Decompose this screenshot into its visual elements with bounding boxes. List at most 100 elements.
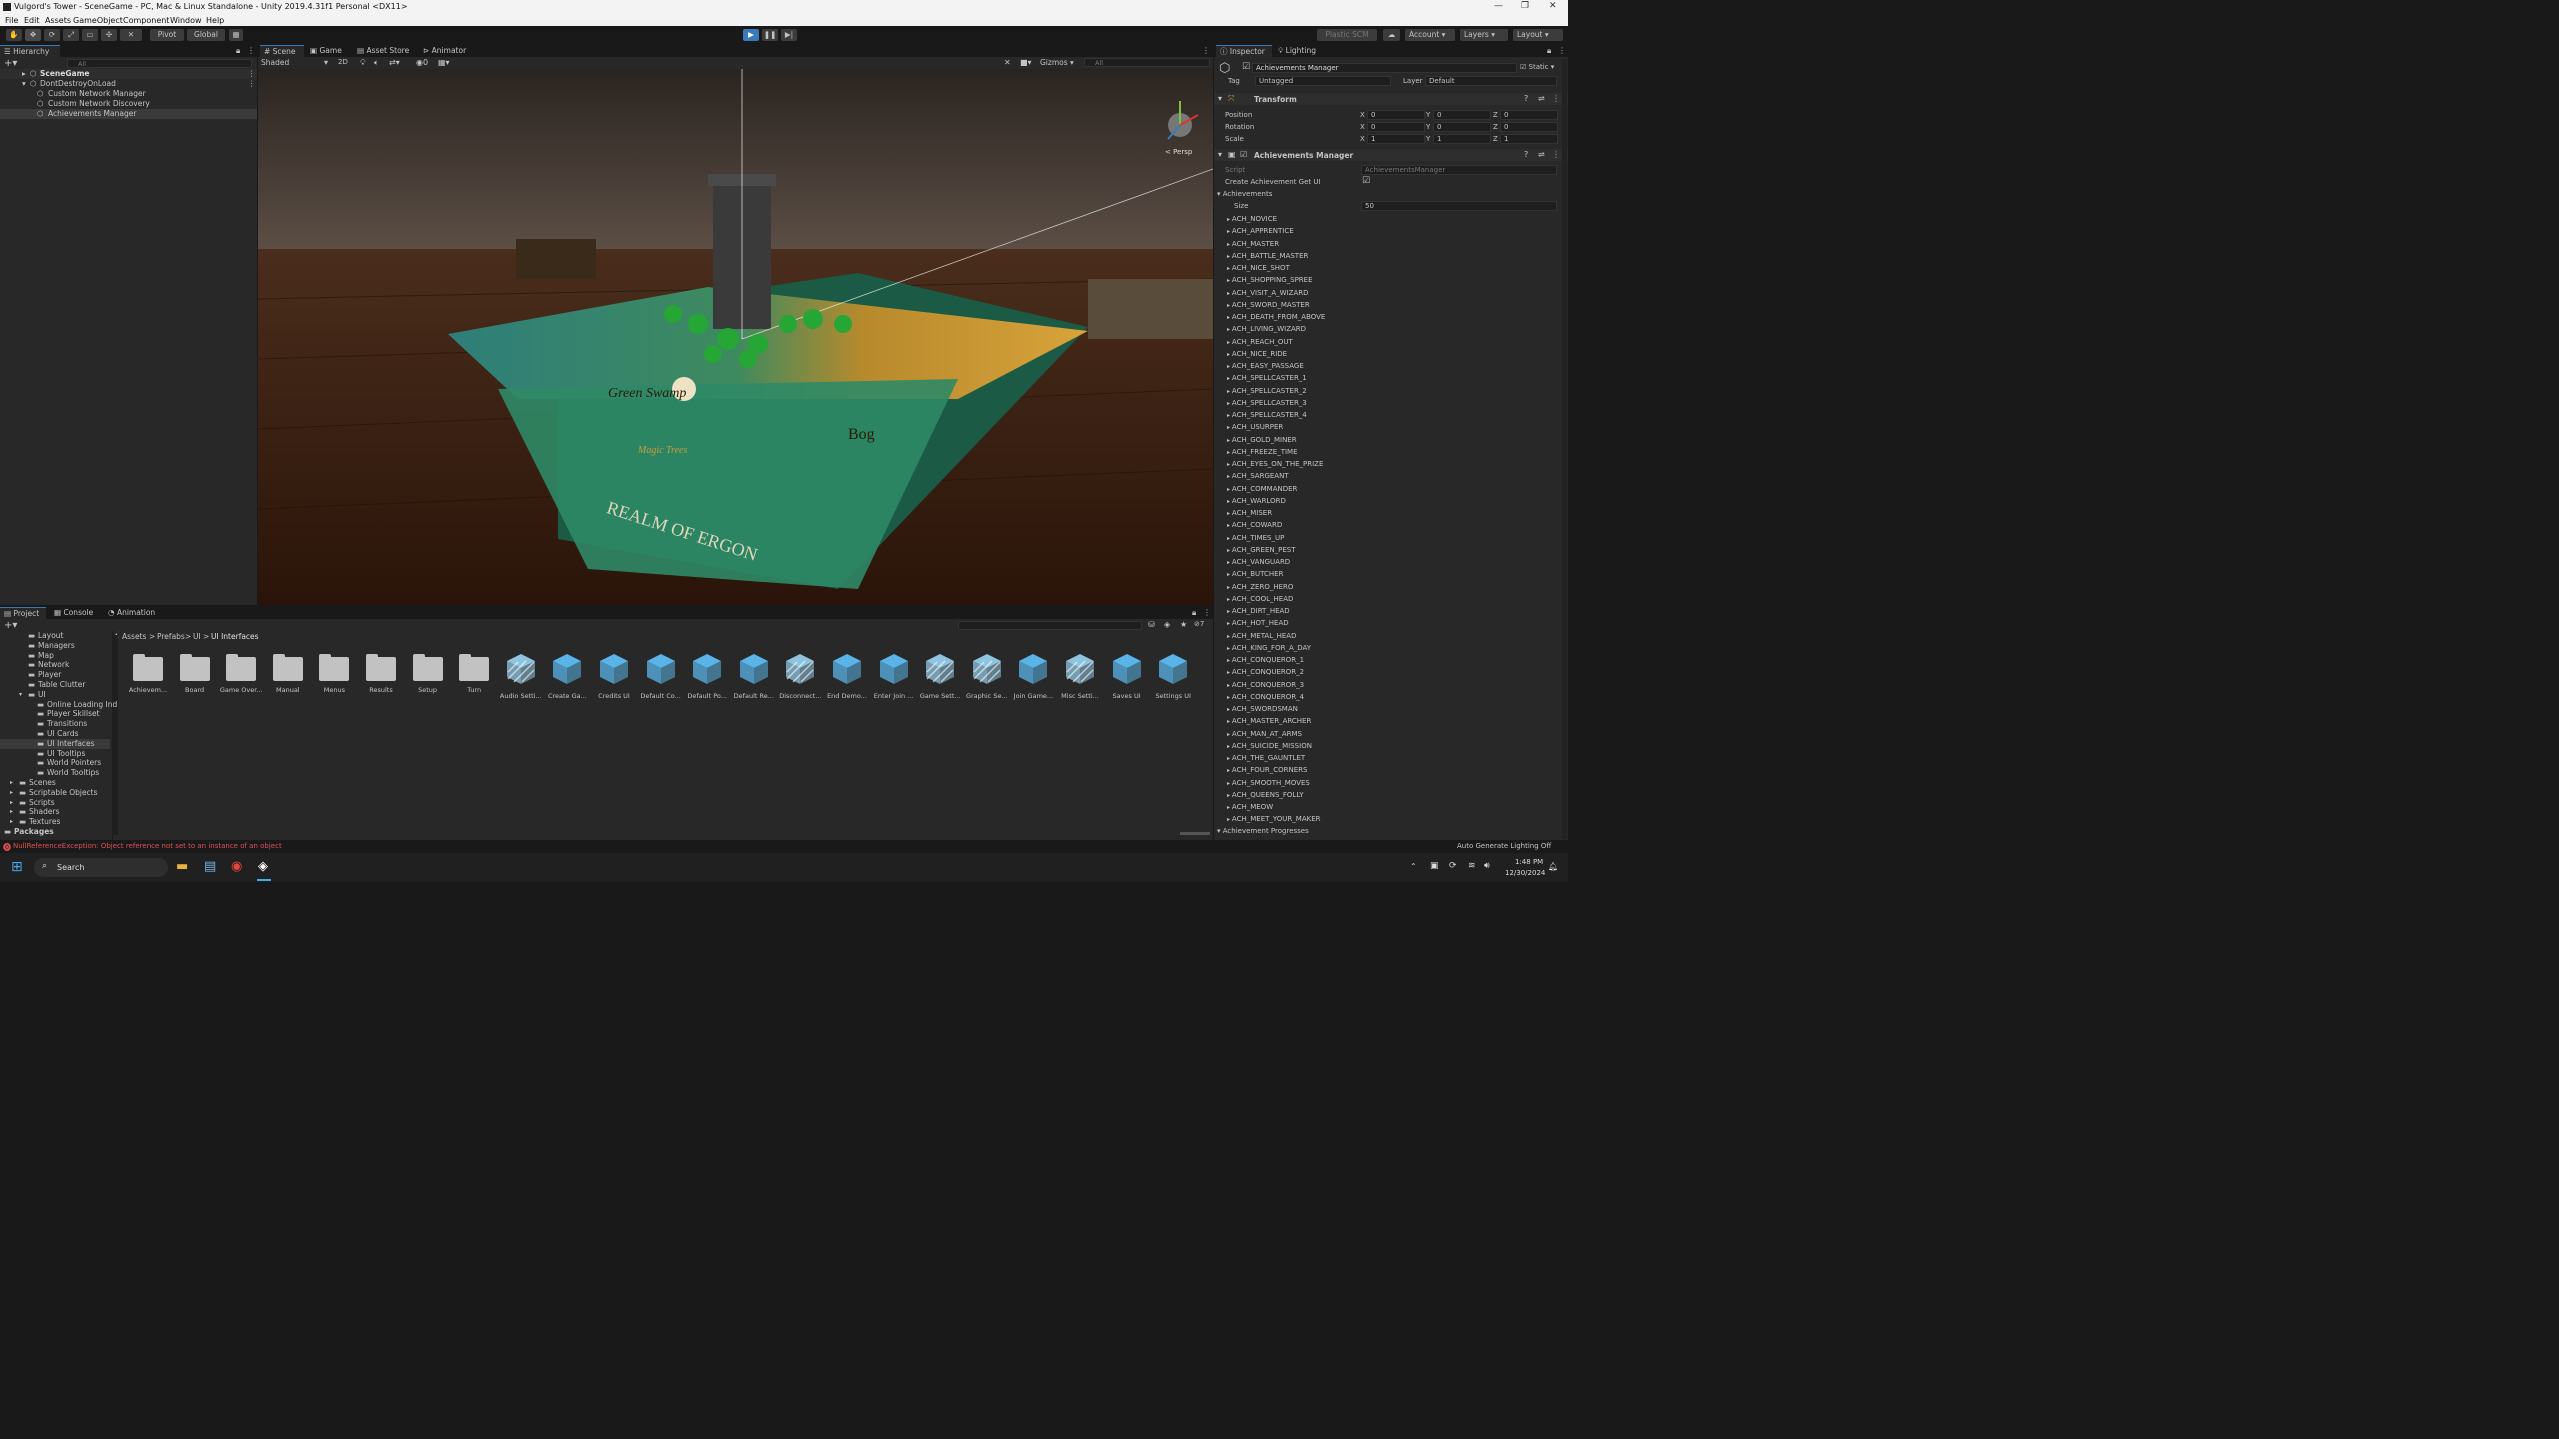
- transform-z-field[interactable]: 0: [1500, 122, 1558, 132]
- hierarchy-row-achievements-manager[interactable]: ⬡ Achievements Manager: [0, 109, 257, 119]
- favorite-icon[interactable]: ★: [1180, 620, 1187, 629]
- achievement-item[interactable]: ▸ ACH_REACH_OUT: [1227, 336, 1293, 348]
- windows-start-icon[interactable]: ⊞: [11, 859, 23, 875]
- achievement-item[interactable]: ▸ ACH_METAL_HEAD: [1227, 630, 1297, 642]
- achievement-item[interactable]: ▸ ACH_SUICIDE_MISSION: [1227, 740, 1312, 752]
- achievement-item[interactable]: ▸ ACH_APPRENTICE: [1227, 225, 1294, 237]
- expand-arrow-icon[interactable]: ▾: [19, 690, 22, 700]
- collapse-arrow-icon[interactable]: ▾: [1218, 150, 1222, 159]
- asset-item[interactable]: Default Re...: [732, 652, 776, 700]
- wifi-icon[interactable]: ≋: [1468, 861, 1476, 871]
- pivot-toggle[interactable]: Pivot: [150, 29, 184, 41]
- asset-item[interactable]: End Demo...: [825, 652, 869, 700]
- hidden-objects-icon[interactable]: ◉0: [416, 58, 428, 67]
- row-menu-icon[interactable]: ⋮: [248, 69, 256, 79]
- audio-toggle-icon[interactable]: 🔈︎: [374, 58, 379, 68]
- asset-item[interactable]: Audio Setti...: [499, 652, 543, 700]
- progress-foldout[interactable]: ▾ Achievement Progresses: [1217, 827, 1309, 835]
- achievement-item[interactable]: ▸ ACH_SPELLCASTER_3: [1227, 397, 1307, 409]
- asset-item[interactable]: Board: [173, 652, 217, 694]
- create-add-icon[interactable]: +▾: [4, 58, 17, 69]
- create-ui-checkbox[interactable]: ☑: [1362, 176, 1370, 186]
- tab-animator[interactable]: ⊳ Animator: [419, 45, 471, 57]
- scene-search-input[interactable]: All: [1084, 58, 1210, 67]
- achievement-item[interactable]: ▸ ACH_CONQUEROR_2: [1227, 666, 1304, 678]
- tools-icon[interactable]: ✕: [1004, 58, 1011, 67]
- step-button[interactable]: ▶|: [781, 29, 797, 41]
- transform-y-field[interactable]: 1: [1433, 134, 1491, 144]
- account-dropdown[interactable]: Account ▾: [1405, 29, 1455, 41]
- achievement-item[interactable]: ▸ ACH_SMOOTH_MOVES: [1227, 777, 1310, 789]
- project-tree-item[interactable]: ▬ UI Interfaces: [0, 738, 110, 749]
- shading-dropdown-arrow-icon[interactable]: ▾: [324, 58, 328, 67]
- scene-viewport[interactable]: Green Swamp Magic Trees Bog REALM OF ERG…: [258, 69, 1213, 605]
- achievement-item[interactable]: ▸ ACH_EASY_PASSAGE: [1227, 360, 1304, 372]
- object-name-field[interactable]: Achievements Manager: [1252, 63, 1517, 73]
- asset-item[interactable]: Graphic Se...: [965, 652, 1009, 700]
- tray-app-icon[interactable]: ▣: [1430, 861, 1439, 871]
- asset-item[interactable]: Game Over...: [219, 652, 263, 694]
- project-tree-item[interactable]: ▬ Layout: [0, 631, 110, 641]
- tab-inspector[interactable]: ⓘ Inspector: [1216, 45, 1272, 57]
- tab-hierarchy[interactable]: ☰ Hierarchy: [0, 45, 60, 57]
- menu-assets[interactable]: Assets: [45, 16, 71, 25]
- menu-window[interactable]: Window: [170, 16, 202, 25]
- size-field[interactable]: 50: [1361, 201, 1557, 211]
- achievement-item[interactable]: ▸ ACH_MASTER: [1227, 238, 1279, 250]
- breadcrumb-ui-interfaces[interactable]: UI Interfaces: [211, 632, 259, 641]
- grid-toggle-icon[interactable]: ▦▾: [438, 58, 450, 67]
- lock-icon[interactable]: 🔒︎: [236, 46, 240, 56]
- file-explorer-icon[interactable]: ▬: [176, 859, 188, 874]
- pause-button[interactable]: ❚❚: [762, 29, 778, 41]
- component-header[interactable]: ▾ ▣ ☑ Achievements Manager ? ⇌ ⋮: [1214, 149, 1568, 161]
- create-asset-icon[interactable]: +▾: [4, 620, 17, 631]
- achievement-item[interactable]: ▸ ACH_CONQUEROR_3: [1227, 679, 1304, 691]
- tray-chevron-icon[interactable]: ⌃: [1410, 862, 1417, 871]
- achievement-item[interactable]: ▸ ACH_NICE_RIDE: [1227, 348, 1287, 360]
- achievement-item[interactable]: ▸ ACH_VISIT_A_WIZARD: [1227, 287, 1309, 299]
- lighting-toggle-icon[interactable]: 💡︎: [360, 58, 366, 68]
- notification-icon[interactable]: 🔔︎: [1548, 862, 1558, 871]
- tag-dropdown[interactable]: Untagged: [1255, 76, 1391, 86]
- tab-console[interactable]: ▦ Console: [50, 607, 98, 619]
- menu-file[interactable]: File: [5, 16, 18, 25]
- achievement-item[interactable]: ▸ ACH_SPELLCASTER_4: [1227, 409, 1307, 421]
- snap-icon[interactable]: ▦: [229, 29, 243, 41]
- shading-mode-dropdown[interactable]: Shaded: [261, 58, 289, 67]
- achievement-item[interactable]: ▸ ACH_GOLD_MINER: [1227, 434, 1297, 446]
- hand-tool-icon[interactable]: ✋: [6, 29, 22, 41]
- hierarchy-search-input[interactable]: All: [67, 59, 252, 68]
- expand-arrow-icon[interactable]: ▸: [10, 788, 13, 798]
- achievement-item[interactable]: ▸ ACH_DIRT_HEAD: [1227, 605, 1290, 617]
- rotate-tool-icon[interactable]: ⟳: [44, 29, 60, 41]
- achievement-item[interactable]: ▸ ACH_QUEENS_FOLLY: [1227, 789, 1304, 801]
- asset-item[interactable]: Results: [359, 652, 403, 694]
- project-tree-item[interactable]: ▾ ▬ UI: [0, 690, 110, 700]
- custom-tool-icon[interactable]: ✕: [120, 29, 142, 41]
- breadcrumb-assets[interactable]: Assets: [122, 632, 146, 641]
- expand-arrow-icon[interactable]: ▸: [10, 807, 13, 817]
- filter-type-icon[interactable]: ⛁: [1148, 620, 1155, 629]
- transform-x-field[interactable]: 1: [1367, 134, 1425, 144]
- achievement-item[interactable]: ▸ ACH_EYES_ON_THE_PRIZE: [1227, 458, 1323, 470]
- achievement-item[interactable]: ▸ ACH_SPELLCASTER_1: [1227, 372, 1307, 384]
- achievement-item[interactable]: ▸ ACH_MEET_YOUR_MAKER: [1227, 813, 1321, 825]
- achievement-item[interactable]: ▸ ACH_VANGUARD: [1227, 556, 1290, 568]
- maximize-icon[interactable]: ❐: [1521, 1, 1529, 11]
- expand-arrow-icon[interactable]: ▸: [10, 778, 13, 788]
- unity-taskbar-icon[interactable]: ◈: [258, 859, 268, 874]
- menu-edit[interactable]: Edit: [24, 16, 40, 25]
- component-menu-icon[interactable]: ⋮: [1552, 94, 1560, 103]
- project-tree-item[interactable]: ▸ ▬ Shaders: [0, 807, 110, 817]
- minimize-icon[interactable]: —: [1494, 1, 1503, 11]
- achievement-item[interactable]: ▸ ACH_SARGEANT: [1227, 470, 1289, 482]
- camera-settings-icon[interactable]: ■▾: [1020, 58, 1032, 67]
- panel-menu-icon[interactable]: ⋮: [1558, 46, 1566, 55]
- panel-menu-icon[interactable]: ⋮: [1202, 46, 1210, 55]
- asset-item[interactable]: Manual: [266, 652, 310, 694]
- asset-item[interactable]: Setup: [406, 652, 450, 694]
- achievement-item[interactable]: ▸ ACH_BATTLE_MASTER: [1227, 250, 1308, 262]
- achievement-item[interactable]: ▸ ACH_FREEZE_TIME: [1227, 446, 1298, 458]
- achievement-item[interactable]: ▸ ACH_ZERO_HERO: [1227, 581, 1293, 593]
- menu-help[interactable]: Help: [206, 16, 224, 25]
